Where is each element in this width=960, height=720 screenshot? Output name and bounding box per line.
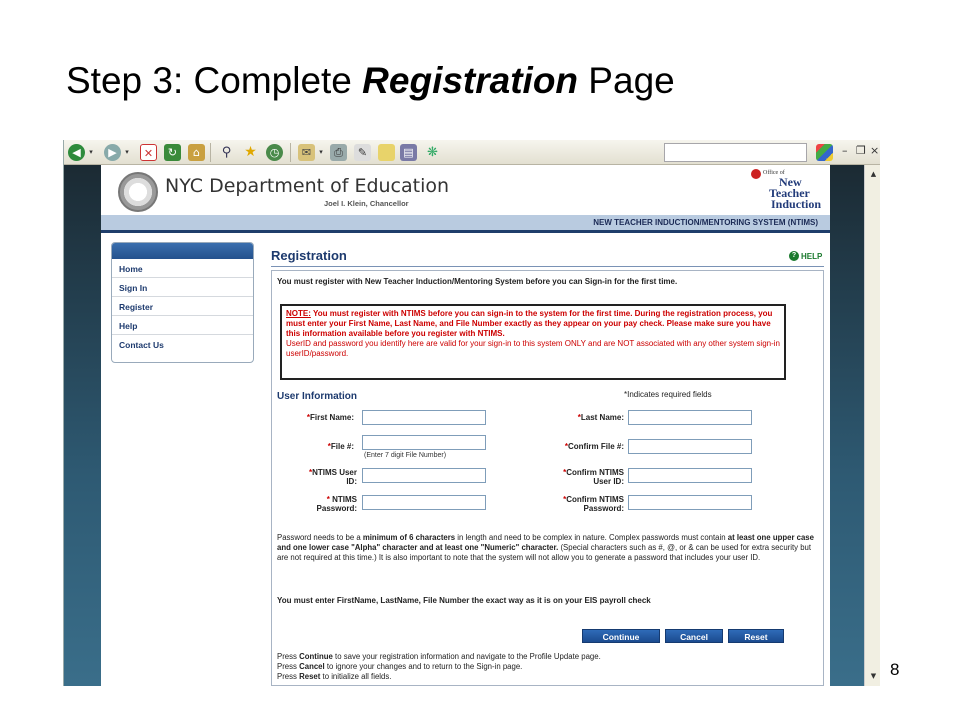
sidebar-item-sign-in[interactable]: Sign In (112, 278, 253, 297)
last-name-label: *Last Name: (577, 413, 624, 422)
browser-toolbar: ◀ ▾ ▶ ▾ ✕ ↻ ⌂ ⚲ ★ ◷ ✉ ▾ ⎙ ✎ ▤ ❋ – ❐ × (64, 140, 880, 165)
slide-title-suffix: Page (578, 60, 675, 101)
refresh-icon[interactable]: ↻ (164, 144, 181, 161)
sidebar-nav: Home Sign In Register Help Contact Us (111, 242, 254, 363)
password-rules-text: Password needs to be a minimum of 6 char… (277, 533, 814, 562)
vertical-scrollbar[interactable]: ▲ ▼ (864, 165, 880, 686)
intro-text: You must register with New Teacher Induc… (277, 277, 678, 286)
cancel-button[interactable]: Cancel (665, 629, 723, 643)
required-fields-note: *Indicates required fields (624, 390, 712, 399)
note-text-bold: NOTE: You must register with NTIMS befor… (286, 309, 772, 338)
home-icon[interactable]: ⌂ (188, 144, 205, 161)
first-name-label: *First Name: (306, 413, 354, 422)
messenger-icon[interactable]: ❋ (424, 144, 441, 161)
nyc-seal-logo (118, 172, 158, 212)
sidebar-item-register[interactable]: Register (112, 297, 253, 316)
discuss-icon[interactable] (378, 144, 395, 161)
web-page: NYC Department of Education Joel I. Klei… (101, 165, 830, 686)
logo-line-3: Induction (771, 197, 822, 211)
slide-title-bold: Registration (362, 60, 579, 101)
research-icon[interactable]: ▤ (400, 144, 417, 161)
title-divider (271, 266, 824, 267)
mail-dropdown-icon[interactable]: ▾ (318, 144, 324, 161)
windows-logo-icon (816, 144, 833, 161)
minimize-button[interactable]: – (842, 144, 848, 157)
sidebar-item-contact-us[interactable]: Contact Us (112, 335, 253, 354)
history-icon[interactable]: ◷ (266, 144, 283, 161)
site-header: NYC Department of Education Joel I. Klei… (101, 165, 830, 215)
restore-button[interactable]: ❐ (856, 144, 866, 157)
confirm-password-field[interactable] (628, 495, 752, 510)
favorites-icon[interactable]: ★ (242, 144, 259, 161)
confirm-file-field[interactable] (628, 439, 752, 454)
file-number-field[interactable] (362, 435, 486, 450)
address-box[interactable] (664, 143, 807, 162)
back-icon[interactable]: ◀ (68, 144, 85, 161)
help-link[interactable]: HELP (801, 252, 822, 261)
slide-number: 8 (890, 660, 900, 679)
note-box: NOTE: You must register with NTIMS befor… (280, 304, 786, 380)
browser-window: ◀ ▾ ▶ ▾ ✕ ↻ ⌂ ⚲ ★ ◷ ✉ ▾ ⎙ ✎ ▤ ❋ – ❐ × NY… (63, 140, 880, 686)
help-icon[interactable]: ? (789, 251, 799, 261)
reset-button[interactable]: Reset (728, 629, 784, 643)
slide-title-prefix: Step 3: Complete (66, 60, 363, 101)
scroll-down-icon[interactable]: ▼ (866, 669, 880, 684)
confirm-user-id-label: *Confirm NTIMS User ID: (563, 468, 624, 486)
org-name: NYC Department of Education (165, 175, 450, 197)
mail-icon[interactable]: ✉ (298, 144, 315, 161)
toolbar-separator (210, 143, 211, 162)
sidebar-header (112, 243, 253, 259)
sidebar-item-help[interactable]: Help (112, 316, 253, 335)
slide-title: Step 3: Complete Registration Page (66, 60, 675, 102)
instructions-text: Press Continue to save your registration… (277, 652, 601, 681)
continue-button[interactable]: Continue (582, 629, 660, 643)
ntims-user-id-label: *NTIMS User ID: (308, 468, 357, 486)
chancellor-name: Joel I. Klein, Chancellor (324, 199, 409, 208)
file-number-hint: (Enter 7 digit File Number) (364, 452, 447, 459)
note-text-plain: UserID and password you identify here ar… (286, 339, 780, 358)
eis-payroll-note: You must enter FirstName, LastName, File… (277, 596, 651, 605)
ntims-password-label: * NTIMS Password: (316, 495, 357, 513)
forward-icon[interactable]: ▶ (104, 144, 121, 161)
close-button[interactable]: × (870, 144, 879, 157)
confirm-password-label: *Confirm NTIMS Password: (563, 495, 624, 513)
logo-mark-icon (751, 169, 761, 179)
page-title: Registration (271, 248, 347, 263)
user-information-title: User Information (277, 391, 358, 402)
note-label: NOTE: (286, 309, 311, 318)
ntims-password-field[interactable] (362, 495, 486, 510)
print-icon[interactable]: ⎙ (330, 144, 347, 161)
back-dropdown-icon[interactable]: ▾ (88, 144, 94, 161)
file-number-label: *File #: (327, 442, 354, 451)
system-name: NEW TEACHER INDUCTION/MENTORING SYSTEM (… (593, 218, 818, 227)
page-background: NYC Department of Education Joel I. Klei… (64, 165, 864, 686)
last-name-field[interactable] (628, 410, 752, 425)
stop-icon[interactable]: ✕ (140, 144, 157, 161)
registration-panel: You must register with New Teacher Induc… (271, 270, 824, 686)
new-teacher-induction-logo: Office of New Teacher Induction (741, 167, 821, 213)
scroll-up-icon[interactable]: ▲ (866, 167, 880, 182)
search-icon[interactable]: ⚲ (218, 144, 235, 161)
ntims-user-id-field[interactable] (362, 468, 486, 483)
forward-dropdown-icon[interactable]: ▾ (124, 144, 130, 161)
confirm-file-label: *Confirm File #: (564, 442, 624, 451)
edit-icon[interactable]: ✎ (354, 144, 371, 161)
toolbar-separator (290, 143, 291, 162)
system-bar-rule (101, 230, 830, 233)
sidebar-item-home[interactable]: Home (112, 259, 253, 278)
note-body: You must register with NTIMS before you … (286, 309, 773, 338)
first-name-field[interactable] (362, 410, 486, 425)
confirm-user-id-field[interactable] (628, 468, 752, 483)
